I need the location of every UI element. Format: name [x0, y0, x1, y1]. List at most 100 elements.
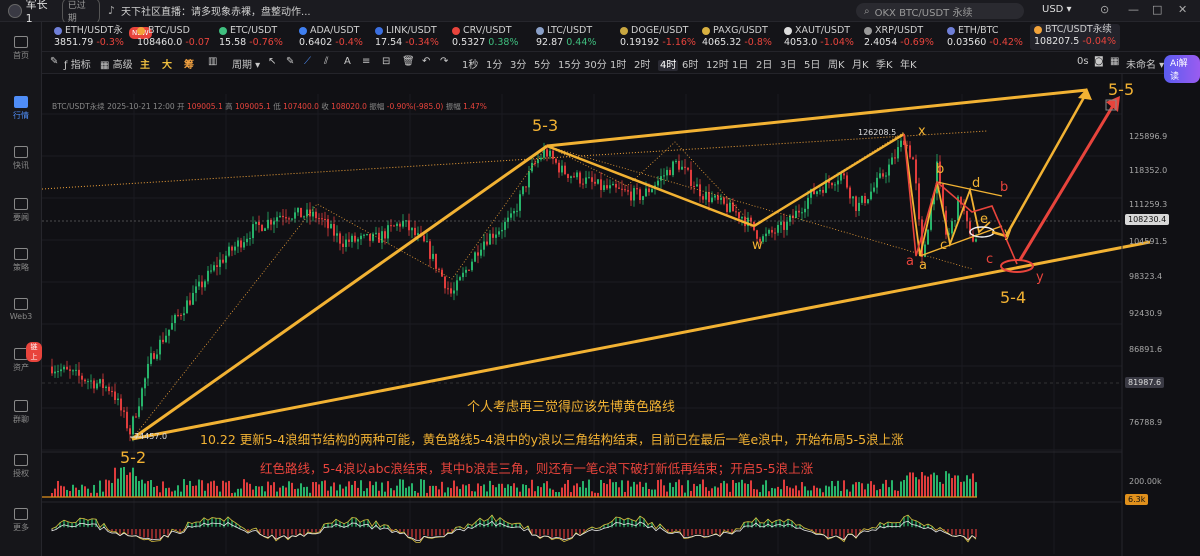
timeframe-季K[interactable]: 季K	[876, 56, 893, 71]
volume-bar	[510, 486, 512, 497]
timeframe-1日[interactable]: 1日	[732, 56, 748, 71]
oscillator-bar	[431, 529, 433, 537]
volume-bar	[186, 485, 188, 497]
advanced-button[interactable]: ▦ 高级	[100, 56, 133, 71]
ticker-item[interactable]: LTC/USDT 92.87 0.44%	[536, 25, 596, 49]
timeframe-15分[interactable]: 15分	[558, 56, 581, 71]
sidebar-item-strategy[interactable]: 策略	[0, 248, 42, 273]
candle-body	[597, 179, 599, 184]
volume-bar	[531, 479, 533, 497]
ticker-item[interactable]: ADA/USDT 0.6402 -0.4%	[299, 25, 363, 49]
ticker-item[interactable]: ETC/USDT 15.58 -0.76%	[219, 25, 283, 49]
volume-bar	[591, 491, 593, 497]
ticker-item[interactable]: XRP/USDT 2.4054 -0.69%	[864, 25, 934, 49]
brush-icon[interactable]: ✎	[286, 56, 294, 67]
fib-icon[interactable]: ≡	[362, 56, 370, 67]
candle-body	[144, 378, 146, 389]
timeframe-年K[interactable]: 年K	[900, 56, 917, 71]
sidebar-item-market[interactable]: 行情	[0, 96, 42, 121]
volume-bar	[762, 484, 764, 497]
text-icon[interactable]: A	[344, 56, 351, 67]
ticker-item[interactable]: PAXG/USDT 4065.32 -0.8%	[702, 25, 772, 49]
sidebar-item-auth[interactable]: 授权	[0, 454, 42, 479]
ticker-item[interactable]: LINK/USDT 17.54 -0.34%	[375, 25, 439, 49]
volume-bar	[786, 486, 788, 497]
redo-icon[interactable]: ↷	[440, 56, 448, 67]
candle-body	[624, 189, 626, 191]
candle-body	[864, 195, 866, 204]
grid-icon[interactable]: ▦	[1110, 56, 1119, 67]
camera-icon[interactable]: ◙	[1094, 56, 1104, 67]
ticker-item[interactable]: ETH/BTC 0.03560 -0.42%	[947, 25, 1023, 49]
sidebar-item-headlines[interactable]: 要闻	[0, 198, 42, 223]
volume-bar	[915, 477, 917, 497]
overlay-main-button[interactable]: 主	[140, 56, 150, 71]
timeframe-1秒[interactable]: 1秒	[462, 56, 478, 71]
bell-icon[interactable]: ♪	[108, 4, 115, 17]
volume-bar	[420, 479, 422, 497]
minimize-icon[interactable]: —	[1128, 3, 1139, 16]
timeframe-1时[interactable]: 1时	[610, 56, 626, 71]
overlay-chou-button[interactable]: 筹	[184, 56, 194, 71]
overlay-big-button[interactable]: 大	[162, 56, 172, 71]
sidebar-item-web3[interactable]: Web3	[0, 298, 42, 321]
pin-icon[interactable]: ⊙	[1100, 3, 1109, 16]
volume-bar	[345, 486, 347, 497]
candle-body	[120, 398, 122, 411]
sidebar-item-more[interactable]: 更多	[0, 508, 42, 533]
candle-body	[927, 229, 929, 245]
channel-icon[interactable]: ⫽	[324, 56, 328, 67]
close-icon[interactable]: ✕	[1178, 3, 1187, 16]
undo-icon[interactable]: ↶	[422, 56, 430, 67]
timeframe-12时[interactable]: 12时	[706, 56, 729, 71]
volume-bar	[225, 482, 227, 497]
timeframe-6时[interactable]: 6时	[682, 56, 698, 71]
line-tool-icon[interactable]: ⟋	[304, 56, 311, 67]
sidebar-item-flash[interactable]: 快讯	[0, 146, 42, 171]
timeframe-5分[interactable]: 5分	[534, 56, 550, 71]
zero-seconds[interactable]: 0s	[1077, 56, 1089, 67]
chart-canvas[interactable]	[42, 74, 1200, 556]
candle-body	[582, 183, 584, 185]
timeframe-3日[interactable]: 3日	[780, 56, 796, 71]
candle-body	[783, 221, 785, 230]
timeframe-周K[interactable]: 周K	[828, 56, 845, 71]
candle-body	[438, 268, 440, 270]
timeframe-1分[interactable]: 1分	[486, 56, 502, 71]
sidebar-item-home[interactable]: 首页	[0, 36, 42, 61]
timeframe-2日[interactable]: 2日	[756, 56, 772, 71]
oscillator-line-fast	[51, 514, 977, 543]
ticker-item[interactable]: DOGE/USDT 0.19192 -1.16%	[620, 25, 696, 49]
indicators-button[interactable]: ƒ 指标	[64, 56, 91, 71]
oscillator-bar	[683, 529, 685, 537]
timeframe-3分[interactable]: 3分	[510, 56, 526, 71]
ticker-item[interactable]: BTC/USD 108460.0 -0.07	[137, 25, 210, 49]
sidebar-item-assets[interactable]: 链上 资产	[0, 342, 42, 373]
coin-icon	[864, 27, 872, 35]
currency-select[interactable]: USD ▾	[1042, 4, 1072, 15]
timeframe-30分[interactable]: 30分	[584, 56, 607, 71]
timeframe-4时[interactable]: 4时	[658, 56, 679, 71]
wave-label-b-red: b	[1000, 180, 1009, 195]
ticker-item[interactable]: BTC/USDT永续 108207.5 -0.04%	[1030, 24, 1120, 50]
volume-bar	[519, 491, 521, 497]
ruler-icon[interactable]: ⊟	[382, 56, 390, 67]
period-button[interactable]: 周期 ▾	[232, 56, 260, 71]
timeframe-2时[interactable]: 2时	[634, 56, 650, 71]
candle-type-icon[interactable]: ▥	[208, 56, 217, 67]
ticker-item[interactable]: ETH/USDT永3851.79 -0.3%NEW	[54, 25, 152, 49]
pencil-icon[interactable]: ✎	[50, 56, 58, 67]
cursor-icon[interactable]: ↖	[268, 56, 276, 67]
ticker-item[interactable]: XAUT/USDT 4053.0 -1.04%	[784, 25, 854, 49]
timeframe-月K[interactable]: 月K	[852, 56, 869, 71]
sidebar-item-chat[interactable]: 群聊	[0, 400, 42, 425]
maximize-icon[interactable]: □	[1152, 3, 1162, 16]
layout-name[interactable]: 未命名 ▾	[1126, 56, 1164, 71]
live-broadcast-ticker[interactable]: 天下社区直播：请多现象赤裸，盘整动作...	[121, 3, 311, 18]
ticker-item[interactable]: CRV/USDT 0.5327 0.38%	[452, 25, 518, 49]
delete-icon[interactable]: 🗑	[402, 56, 415, 67]
price-chart[interactable]: BTC/USDT永续 2025-10-21 12:00 开 109005.1 高…	[42, 74, 1200, 556]
timeframe-5日[interactable]: 5日	[804, 56, 820, 71]
search-input[interactable]: ⌕ OKX BTC/USDT 永续	[856, 3, 1024, 19]
ticker-price: 17.54	[375, 37, 403, 48]
